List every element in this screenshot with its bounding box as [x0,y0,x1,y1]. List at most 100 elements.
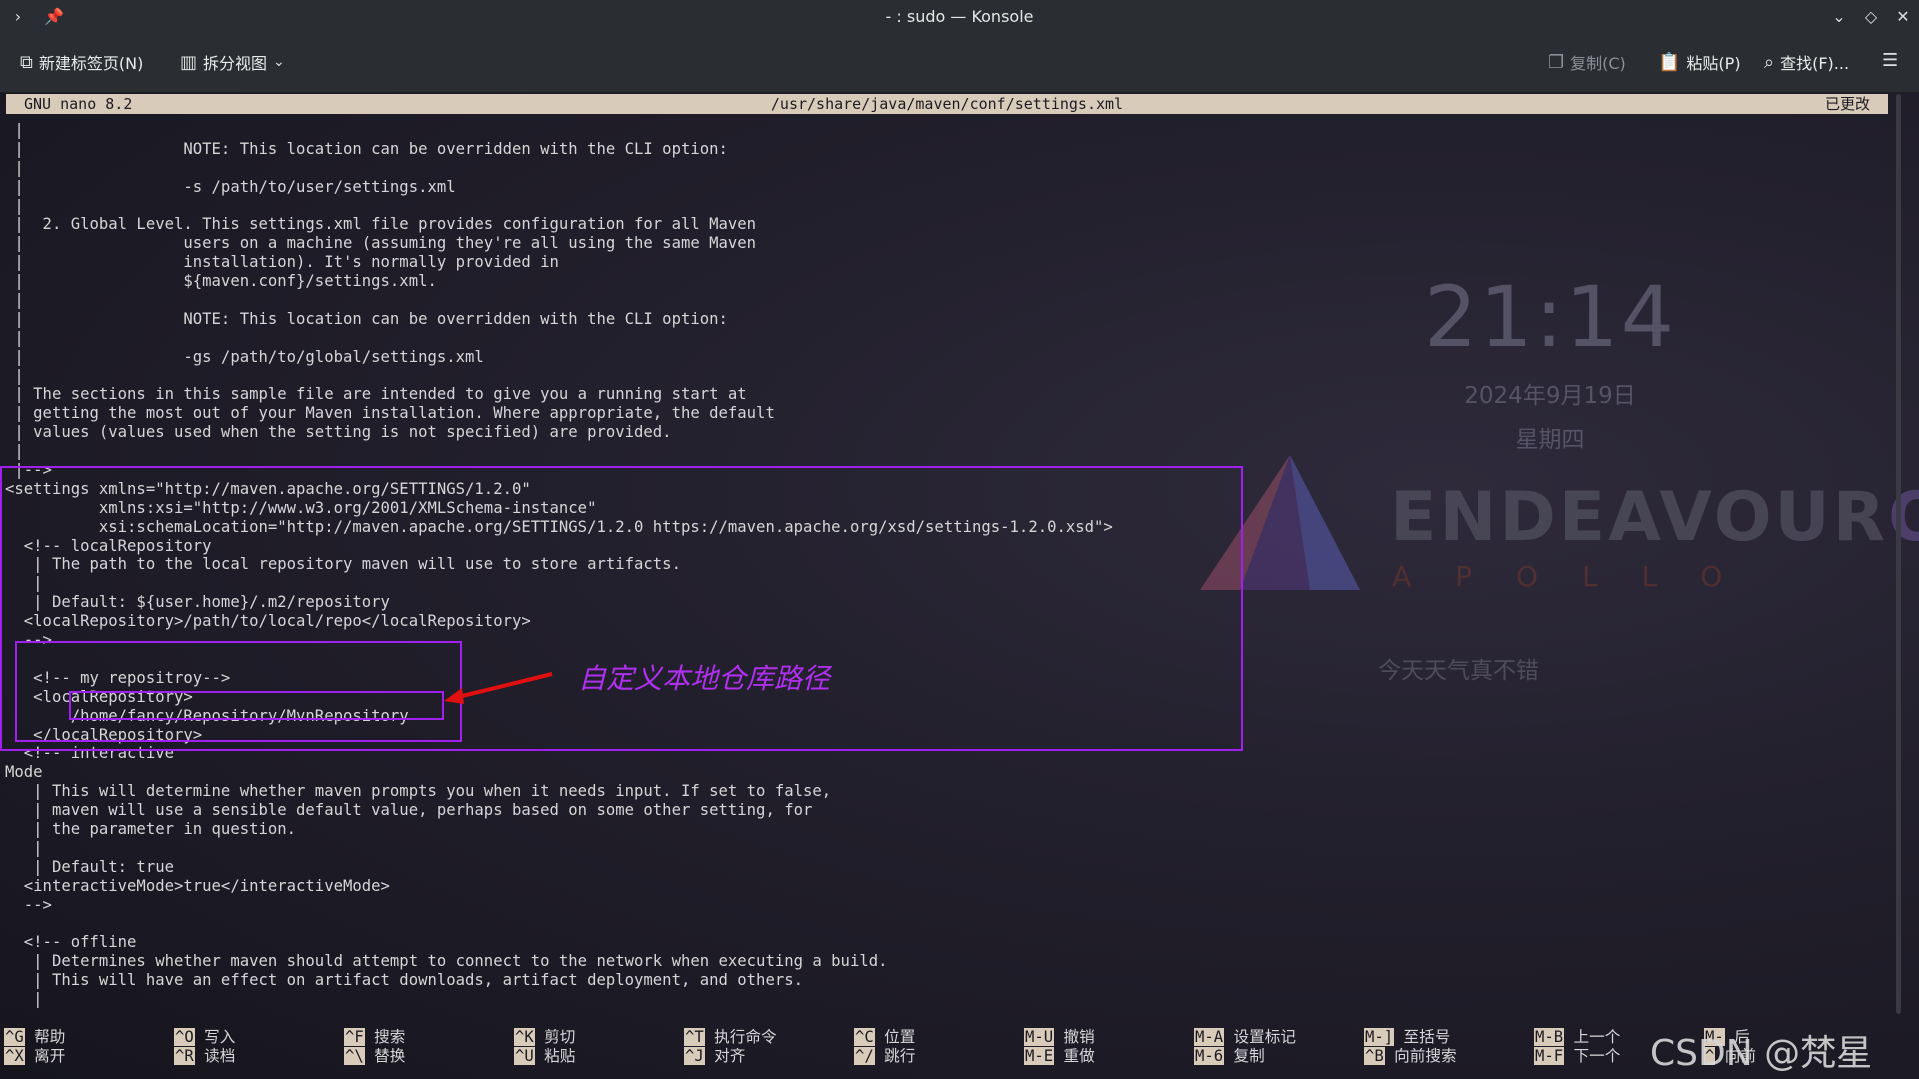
split-view-button[interactable]: ▥ 拆分视图 ⌄ [180,50,285,74]
find-label: 查找(F)... [1780,54,1850,73]
shortcut-row: ^\ 替换 [344,1047,405,1066]
shortcut-label: 向前搜索 [1384,1047,1457,1065]
editor-line: | ${maven.conf}/settings.xml. [5,272,437,291]
editor-line: | Default: true [5,857,174,876]
shortcut-row: M-A 设置标记 [1194,1028,1296,1047]
editor-line: | NOTE: This location can be overridden … [5,139,728,158]
shortcut-item: ^C 位置 ^/ 跳行 [854,1028,915,1066]
editor-line: | [5,121,24,139]
editor-line: | The path to the local repository maven… [5,555,681,574]
chevron-down-icon: ⌄ [273,54,285,70]
editor-line: --> [5,895,52,914]
editor-line: |--> [5,461,52,480]
shortcut-row: ^O 写入 [174,1028,235,1047]
editor-line: | [5,989,43,1008]
maximize-icon[interactable]: ◇ [1859,5,1883,29]
editor-line: <localRepository>/path/to/local/repo</lo… [5,612,531,631]
editor-line: | [5,366,24,385]
shortcut-key: ^R [174,1047,195,1065]
shortcut-row: M-U 撤销 [1024,1028,1095,1047]
shortcut-row: ^/ 跳行 [854,1047,915,1066]
find-button[interactable]: ⌕ 查找(F)... [1764,50,1849,74]
shortcut-key: ^O [174,1028,195,1046]
shortcut-item: ^T 执行命令 ^J 对齐 [684,1028,777,1066]
copy-label: 复制(C) [1570,54,1626,73]
split-view-icon: ▥ [180,51,198,73]
shortcut-key: ^C [854,1028,875,1046]
editor-line: | [5,574,43,593]
shortcut-key: ^T [684,1028,705,1046]
new-tab-label: 新建标签页(N) [38,54,144,73]
shortcut-row: ^C 位置 [854,1028,915,1047]
shortcut-label: 下一个 [1564,1047,1621,1065]
shortcut-item: M-A 设置标记 M-6 复制 [1194,1028,1296,1066]
shortcut-label: 重做 [1054,1047,1095,1065]
konsole-window: › 📌 - : sudo — Konsole ⌄ ◇ ✕ ⧉ 新建标签页(N) … [0,0,1919,1079]
editor-line: Mode [5,763,43,782]
shortcut-row: ^X 离开 [4,1047,65,1066]
shortcut-item: M-B 上一个 M-F 下一个 [1534,1028,1620,1066]
editor-line: | the parameter in question. [5,819,297,838]
shortcut-label: 撤销 [1054,1028,1095,1046]
shortcut-row: ^G 帮助 [4,1028,65,1047]
editor-line: | -s /path/to/user/settings.xml [5,177,456,196]
hamburger-menu-button[interactable]: ☰ [1882,50,1898,71]
modified-status: 已更改 [1824,95,1870,113]
shortcut-key: ^U [514,1047,535,1065]
new-tab-icon: ⧉ [20,51,33,73]
shortcut-row: ^K 剪切 [514,1028,575,1047]
editor-line: xsi:schemaLocation="http://maven.apache.… [5,517,1113,536]
shortcut-row: ^T 执行命令 [684,1028,777,1047]
shortcut-key: ^K [514,1028,535,1046]
editor-text-area[interactable]: | | NOTE: This location can be overridde… [5,121,1885,1016]
shortcut-item: ^O 写入 ^R 读档 [174,1028,235,1066]
title-bar: › 📌 - : sudo — Konsole ⌄ ◇ ✕ [0,0,1919,34]
shortcut-label: 对齐 [704,1047,746,1065]
shortcut-label: 执行命令 [704,1028,777,1046]
shortcut-key: ^X [4,1047,25,1065]
shortcut-label: 跳行 [874,1047,916,1065]
editor-line: <settings xmlns="http://maven.apache.org… [5,479,531,498]
shortcut-key: ^J [684,1047,705,1065]
shortcut-key: M-E [1024,1047,1055,1065]
editor-line: | installation). It's normally provided … [5,253,559,272]
shortcut-label: 写入 [194,1028,236,1046]
shortcut-key: ^\ [344,1047,365,1065]
editor-line: | This will determine whether maven prom… [5,782,832,801]
shortcut-item: M-] 至括号 ^B 向前搜索 [1364,1028,1457,1066]
editor-line: | [5,158,24,177]
editor-line: xmlns:xsi="http://www.w3.org/2001/XMLSch… [5,498,597,517]
new-tab-button[interactable]: ⧉ 新建标签页(N) [20,50,143,74]
shortcut-row: M-6 复制 [1194,1047,1296,1066]
shortcut-row: M-E 重做 [1024,1047,1095,1066]
shortcut-row: ^R 读档 [174,1047,235,1066]
editor-line: <localRepository> [5,687,193,706]
close-icon[interactable]: ✕ [1891,5,1915,29]
editor-line: | getting the most out of your Maven ins… [5,404,775,423]
editor-line: </localRepository> [5,725,203,744]
shortcut-label: 至括号 [1394,1028,1451,1046]
editor-line: | [5,328,24,347]
shortcut-label: 位置 [874,1028,916,1046]
shortcut-key: ^B [1364,1047,1385,1065]
editor-line: | The sections in this sample file are i… [5,385,747,404]
shortcut-key: M-F [1534,1047,1565,1065]
paste-button[interactable]: 📋 粘贴(P) [1658,50,1741,74]
copy-button[interactable]: ❐ 复制(C) [1548,50,1626,74]
shortcut-key: M-U [1024,1028,1055,1046]
editor-line: <!-- my repositroy--> [5,668,231,687]
editor-line: | [5,196,24,215]
annotation-note: 自定义本地仓库路径 [578,662,831,695]
editor-line: | 2. Global Level. This settings.xml fil… [5,215,757,234]
minimize-icon[interactable]: ⌄ [1827,5,1851,29]
editor-line: <interactiveMode>true</interactiveMode> [5,876,390,895]
shortcut-row: ^J 对齐 [684,1047,777,1066]
scrollbar[interactable] [1896,94,1901,1014]
hamburger-icon: ☰ [1882,50,1899,71]
shortcut-label: 读档 [194,1047,236,1065]
editor-line: <!-- localRepository [5,536,212,555]
shortcut-label: 帮助 [24,1028,66,1046]
editor-line: <!-- offline [5,933,137,952]
